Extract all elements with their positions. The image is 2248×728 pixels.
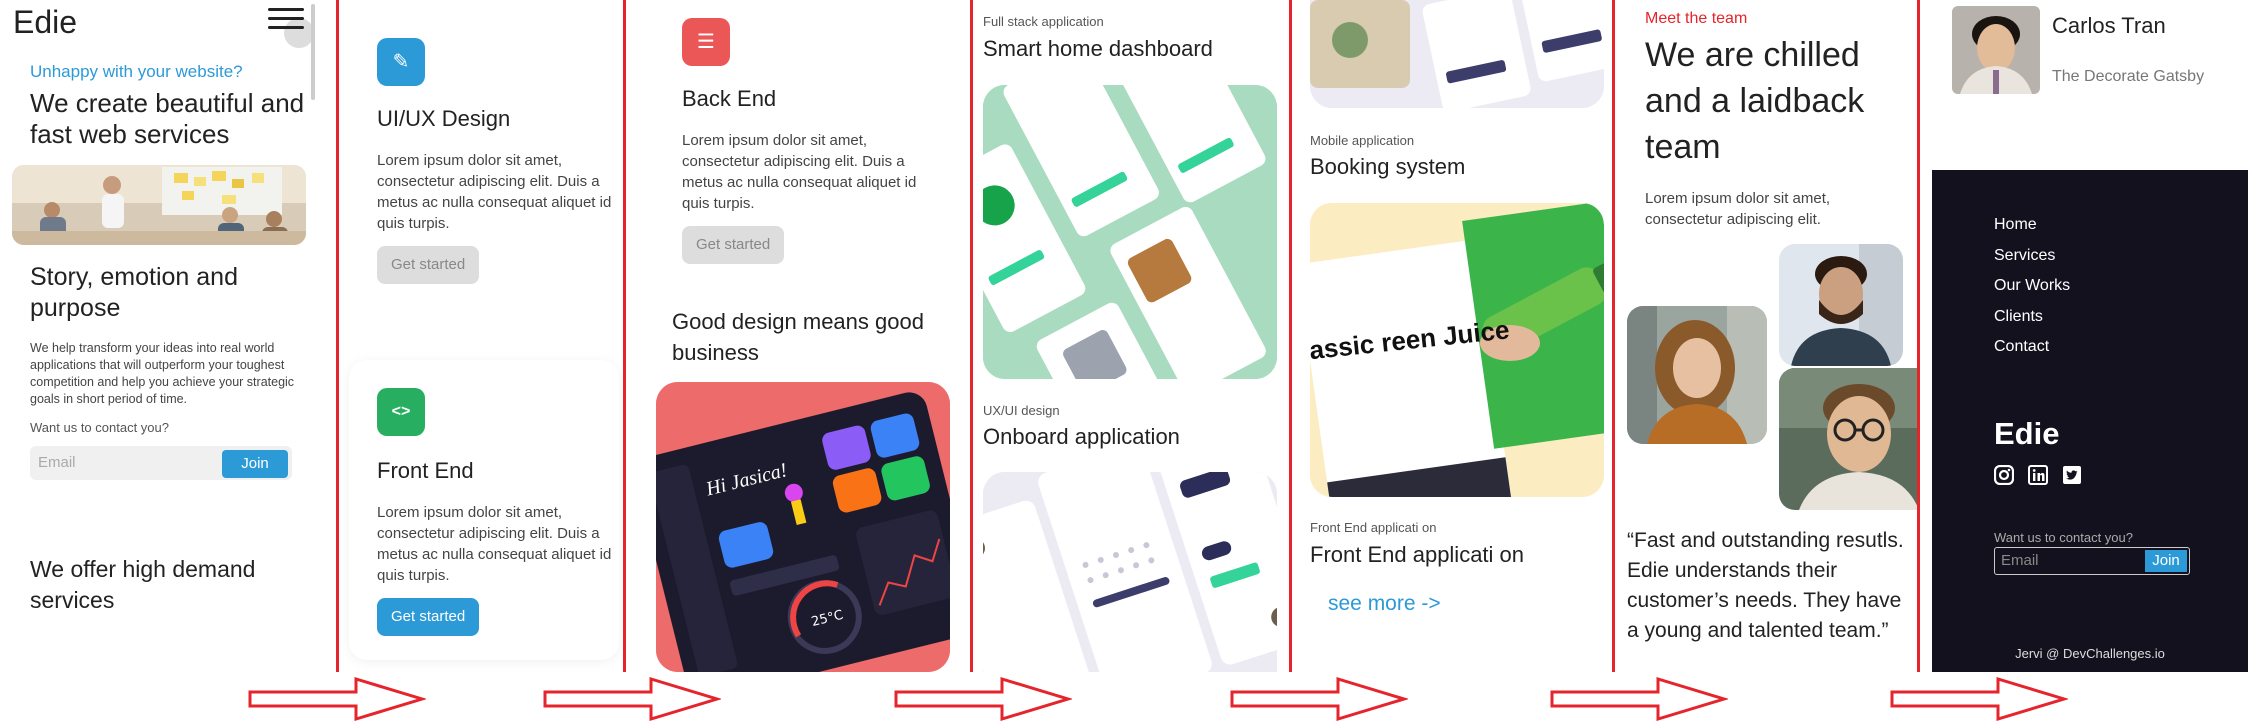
hamburger-menu-icon[interactable]	[268, 8, 304, 30]
project2-title: Onboard application	[983, 424, 1180, 449]
dashboard-mockup-image: Hi Jasica! 25°C	[656, 382, 950, 672]
panel-services-2: ☰ Back End Lorem ipsum dolor sit amet, c…	[626, 0, 970, 672]
instagram-icon[interactable]	[1994, 465, 2014, 485]
footer-join-button[interactable]: Join	[2145, 550, 2187, 572]
linkedin-icon[interactable]	[2028, 465, 2048, 485]
hero-kicker: Unhappy with your website?	[30, 62, 243, 81]
juice-image[interactable]: assic reen Juice	[1310, 203, 1604, 497]
story-title: Story, emotion and purpose	[30, 263, 238, 322]
uiux-title: UI/UX Design	[377, 106, 511, 131]
arrow-right-icon	[1550, 676, 1728, 722]
arrow-right-icon	[543, 676, 721, 722]
arrow-right-icon	[1890, 676, 2068, 722]
panel-portfolio-1: Full stack application Smart home dashbo…	[973, 0, 1289, 672]
contact-prompt: Want us to contact you?	[30, 420, 169, 435]
hero-title: We create beautiful and fast web service…	[30, 88, 305, 149]
man-glasses-avatar-image	[1779, 368, 1917, 510]
testimonial-quote: “Fast and outstanding resutls. Edie unde…	[1627, 529, 1904, 642]
project1-kind: Full stack application	[983, 14, 1104, 29]
arrow-right-icon	[1230, 676, 1408, 722]
project2-kind: UX/UI design	[983, 403, 1060, 418]
nav-contact[interactable]: Contact	[1994, 338, 2049, 356]
nav-clients[interactable]: Clients	[1994, 308, 2043, 326]
story-body: We help transform your ideas into real w…	[30, 341, 295, 406]
footer: Home Services Our Works Clients Contact …	[1932, 170, 2248, 672]
uiux-body: Lorem ipsum dolor sit amet, consectetur …	[377, 152, 612, 232]
backend-get-started-button[interactable]: Get started	[682, 226, 785, 264]
smart-home-image[interactable]	[983, 85, 1277, 379]
twitter-icon[interactable]	[2062, 465, 2082, 485]
team-title: We are chilled and a laidback team	[1645, 36, 1865, 166]
logo[interactable]: Edie	[13, 4, 77, 41]
email-placeholder: Email	[38, 454, 76, 471]
uiux-get-started-button[interactable]: Get started	[377, 246, 480, 284]
arrow-right-icon	[248, 676, 426, 722]
panel-services-1: ✎ UI/UX Design Lorem ipsum dolor sit ame…	[339, 0, 623, 672]
frontend-get-started-button[interactable]: Get started	[377, 598, 480, 636]
footer-logo[interactable]: Edie	[1994, 416, 2059, 452]
project4-kind: Front End applicati on	[1310, 520, 1437, 535]
nav-our-works[interactable]: Our Works	[1994, 277, 2070, 295]
panel-footer: Carlos Tran The Decorate Gatsby Home Ser…	[1920, 0, 2248, 672]
backend-title: Back End	[682, 86, 777, 111]
footer-email-field[interactable]: Email Join	[1994, 547, 2190, 575]
project3-kind: Mobile application	[1310, 133, 1415, 148]
services-title: We offer high demand services	[30, 556, 256, 613]
project3-title: Booking system	[1310, 154, 1466, 179]
arrow-right-icon	[894, 676, 1072, 722]
booking-top-image[interactable]	[1310, 0, 1604, 108]
person-name: Carlos Tran	[2052, 13, 2166, 38]
panel-portfolio-2: Mobile application Booking system assic …	[1292, 0, 1612, 672]
project4-title: Front End applicati on	[1310, 542, 1525, 567]
frontend-body: Lorem ipsum dolor sit amet, consectetur …	[377, 504, 612, 584]
footer-email-placeholder: Email	[2001, 552, 2039, 569]
panel-team: Meet the team We are chilled and a laidb…	[1615, 0, 1917, 672]
backend-body: Lorem ipsum dolor sit amet, consectetur …	[682, 132, 917, 212]
footer-credit: Jervi @ DevChallenges.io	[2015, 646, 2165, 661]
code-icon: <>	[377, 388, 425, 436]
panel-home-hero: Edie Unhappy with your website? We creat…	[0, 0, 336, 672]
footer-contact-prompt: Want us to contact you?	[1994, 530, 2133, 545]
onboard-app-image[interactable]	[983, 472, 1277, 672]
email-field[interactable]: Email Join	[30, 446, 292, 480]
pencil-icon: ✎	[377, 38, 425, 86]
see-more-link[interactable]: see more ->	[1328, 592, 1441, 616]
team-kicker: Meet the team	[1645, 10, 1748, 27]
nav-services[interactable]: Services	[1994, 247, 2055, 265]
server-icon: ☰	[682, 18, 730, 66]
person-org: The Decorate Gatsby	[2052, 68, 2205, 85]
team-meeting-photo	[12, 165, 306, 245]
nav-home[interactable]: Home	[1994, 216, 2037, 234]
carlos-avatar-image	[1952, 6, 2040, 94]
join-button[interactable]: Join	[222, 450, 288, 478]
team-body: Lorem ipsum dolor sit amet, consectetur …	[1645, 190, 1831, 228]
tagline: Good design means good business	[672, 309, 924, 365]
man-avatar-image	[1779, 244, 1903, 366]
project1-title: Smart home dashboard	[983, 36, 1213, 61]
scrollbar[interactable]	[311, 4, 315, 100]
woman-avatar-image	[1627, 306, 1767, 444]
frontend-title: Front End	[377, 458, 474, 483]
